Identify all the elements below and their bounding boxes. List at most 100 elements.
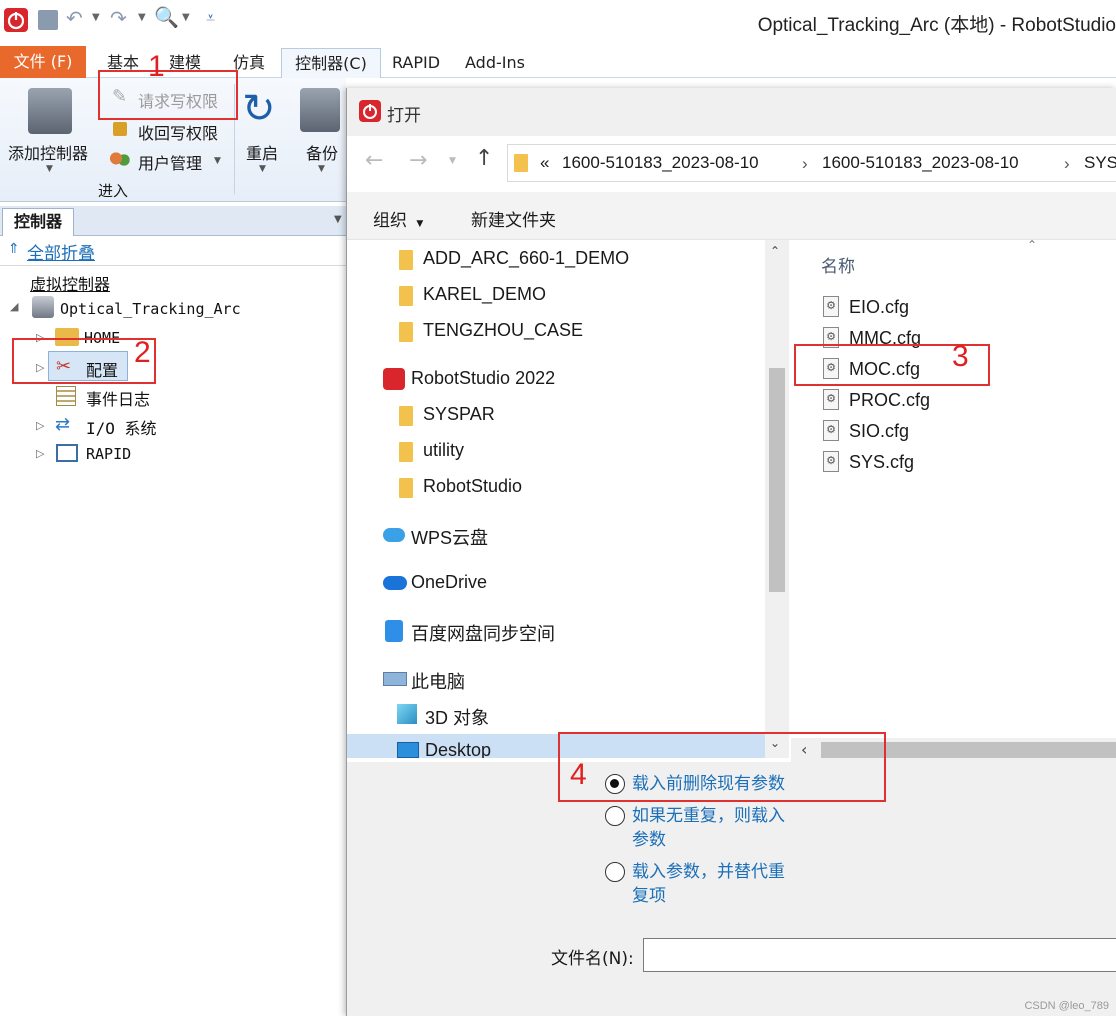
add-controller-button[interactable]: 添加控制器 ▼ <box>4 84 96 184</box>
folder-icon <box>399 406 413 426</box>
zoom-icon[interactable]: 🔍 <box>154 5 179 29</box>
config-file-icon: ⚙ <box>823 420 839 441</box>
nav-item-label: 百度网盘同步空间 <box>411 624 555 644</box>
tree-item-io-system[interactable]: I/O 系统 <box>86 415 157 439</box>
release-write-button[interactable]: 收回写权限 <box>108 118 232 144</box>
tab-add-ins[interactable]: Add-Ins <box>458 48 532 78</box>
tree-item-event-log[interactable]: 事件日志 <box>86 386 150 410</box>
history-dropdown-icon[interactable]: ▼ <box>449 156 456 166</box>
user-management-button[interactable]: 用户管理 ▼ <box>108 148 232 174</box>
annotation-box-4 <box>558 732 886 802</box>
up-arrow-icon[interactable]: ↑ <box>475 146 493 171</box>
nav-item[interactable]: 3D 对象 <box>347 698 765 732</box>
panel-dropdown-icon[interactable]: ▼ <box>334 214 342 225</box>
nav-item[interactable]: RobotStudio <box>347 470 765 504</box>
breadcrumb-item[interactable]: SYS <box>1084 153 1116 173</box>
annotation-number-2: 2 <box>134 336 151 369</box>
organize-button[interactable]: 组织 ▼ <box>373 206 423 231</box>
controller-panel-header: 控制器 ▼ <box>0 206 346 236</box>
io-system-icon: ⇄ <box>55 414 71 435</box>
filename-input[interactable] <box>643 938 1116 972</box>
back-arrow-icon[interactable]: ← <box>365 148 383 173</box>
file-name: PROC.cfg <box>849 390 931 410</box>
nav-item[interactable]: TENGZHOU_CASE <box>347 314 765 348</box>
zoom-dropdown-icon[interactable]: ▼ <box>182 12 190 23</box>
save-icon[interactable] <box>38 10 58 30</box>
desktop-icon <box>397 742 419 758</box>
collapsed-arrow-icon[interactable]: ▷ <box>36 419 44 432</box>
nav-item[interactable]: ADD_ARC_660-1_DEMO <box>347 242 765 276</box>
sort-ascending-icon: ⌃ <box>1027 238 1038 252</box>
undo-dropdown-icon[interactable]: ▼ <box>92 12 100 23</box>
address-bar[interactable]: « 1600-510183_2023-08-10 › 1600-510183_2… <box>507 144 1116 182</box>
folder-icon <box>399 250 413 270</box>
nav-item[interactable]: utility <box>347 434 765 468</box>
tab-controller-panel[interactable]: 控制器 <box>2 208 74 236</box>
redo-dropdown-icon[interactable]: ▼ <box>138 12 146 23</box>
nav-item[interactable]: WPS云盘 <box>347 518 765 552</box>
breadcrumb-item[interactable]: 1600-510183_2023-08-10 <box>822 153 1019 173</box>
chevron-down-icon: ▼ <box>318 164 325 174</box>
robotstudio-logo-icon <box>383 368 405 390</box>
open-file-dialog: 打开 ← → ▼ ↑ « 1600-510183_2023-08-10 › 16… <box>346 88 1116 1016</box>
undo-icon[interactable]: ↶ <box>66 6 83 30</box>
restart-label: 重启 <box>246 144 279 163</box>
annotation-number-3: 3 <box>952 340 969 373</box>
folder-icon <box>514 154 528 172</box>
tab-rapid[interactable]: RAPID <box>384 48 448 78</box>
scroll-up-icon[interactable]: ⌃ <box>770 244 780 258</box>
nav-item[interactable]: OneDrive <box>347 566 765 600</box>
breadcrumb-separator-icon: › <box>802 154 808 173</box>
file-name: SYS.cfg <box>849 452 915 472</box>
nav-item-label: OneDrive <box>411 572 488 592</box>
breadcrumb-item[interactable]: 1600-510183_2023-08-10 <box>562 153 759 173</box>
file-list-pane: ⌃ 名称 ⚙ EIO.cfg ⚙ MMC.cfg ⚙ MOC.cfg ⚙ PRO… <box>791 238 1116 738</box>
users-icon <box>110 152 130 168</box>
redo-icon[interactable]: ↷ <box>110 6 127 30</box>
column-header-name[interactable]: 名称 <box>821 252 855 277</box>
release-write-label: 收回写权限 <box>138 124 219 143</box>
new-folder-button[interactable]: 新建文件夹 <box>471 206 556 231</box>
nav-item-label: RobotStudio <box>423 476 523 496</box>
nav-scrollbar[interactable]: ⌃ ⌄ <box>765 240 789 758</box>
address-row: ← → ▼ ↑ « 1600-510183_2023-08-10 › 1600-… <box>347 136 1116 192</box>
customize-toolbar-icon[interactable]: ⩡ <box>206 8 215 28</box>
radio-label: 载入参数，并替代重复项 <box>632 862 785 906</box>
filename-label: 文件名(N): <box>551 949 634 969</box>
tree-root-controller[interactable]: Optical_Tracking_Arc <box>60 300 241 318</box>
window-title: Optical_Tracking_Arc (本地) - RobotStudio <box>757 15 1116 36</box>
annotation-box-1 <box>98 70 238 120</box>
nav-item[interactable]: SYSPAR <box>347 398 765 432</box>
collapse-row: ⇑ 全部折叠 <box>0 236 346 266</box>
nav-item-label: ADD_ARC_660-1_DEMO <box>423 248 630 268</box>
restart-button[interactable]: ↻ 重启 ▼ <box>240 84 286 184</box>
expanded-arrow-icon[interactable]: ◢ <box>10 300 18 313</box>
annotation-number-1: 1 <box>148 50 165 83</box>
radio-button[interactable] <box>605 806 625 826</box>
folder-icon <box>399 442 413 462</box>
forward-arrow-icon[interactable]: → <box>409 148 427 173</box>
navigation-pane: ADD_ARC_660-1_DEMO KAREL_DEMO TENGZHOU_C… <box>347 240 789 758</box>
nav-item[interactable]: 此电脑 <box>347 662 765 696</box>
robotstudio-logo-icon[interactable] <box>4 8 28 32</box>
nav-item-label: utility <box>423 440 465 460</box>
tree-item-rapid[interactable]: RAPID <box>86 445 131 463</box>
file-name: EIO.cfg <box>849 297 910 317</box>
tab-controller[interactable]: 控制器(C) <box>281 48 381 78</box>
collapsed-arrow-icon[interactable]: ▷ <box>36 447 44 460</box>
breadcrumb-overflow[interactable]: « <box>540 153 549 173</box>
organize-label: 组织 <box>373 211 407 231</box>
scroll-thumb[interactable] <box>769 368 785 592</box>
nav-item[interactable]: KAREL_DEMO <box>347 278 765 312</box>
collapse-all-link[interactable]: 全部折叠 <box>27 239 95 264</box>
config-file-icon: ⚙ <box>823 389 839 410</box>
nav-item[interactable]: RobotStudio 2022 <box>347 362 765 396</box>
3d-objects-icon <box>397 704 417 724</box>
backup-button[interactable]: 备份 ▼ <box>298 84 344 184</box>
nav-item[interactable]: 百度网盘同步空间 <box>347 614 765 648</box>
controller-cabinet-icon <box>28 88 72 134</box>
tab-file[interactable]: 文件 (F) <box>0 46 86 78</box>
radio-button[interactable] <box>605 862 625 882</box>
chevron-down-icon: ▼ <box>46 164 53 174</box>
restart-icon: ↻ <box>242 86 276 132</box>
